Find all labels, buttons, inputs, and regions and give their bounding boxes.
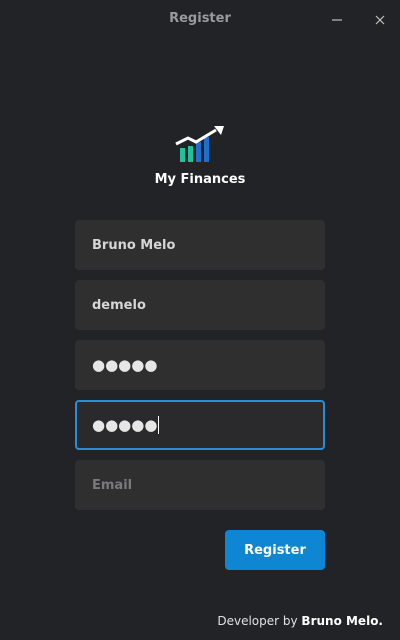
register-window: Register My Finances Bruno Melo demelo ●… [0,0,400,640]
username-field-value: demelo [92,297,146,313]
minimize-button[interactable] [325,8,349,32]
credit-prefix: Developer by [217,614,302,628]
email-field[interactable]: Email [75,460,325,510]
password-mask: ●●●●● [92,356,158,374]
confirm-password-mask: ●●●●● [92,416,158,434]
close-icon [375,15,385,25]
text-caret [158,416,160,434]
developer-credit: Developer by Bruno Melo. [217,614,383,628]
finance-chart-icon [175,126,224,162]
app-name: My Finances [154,172,246,187]
close-button[interactable] [368,8,392,32]
confirm-password-field[interactable]: ●●●●● [75,400,325,450]
name-field[interactable]: Bruno Melo [75,220,325,270]
title-bar[interactable]: Register [0,0,400,40]
email-placeholder: Email [92,477,133,493]
register-button[interactable]: Register [225,530,325,570]
name-field-value: Bruno Melo [92,237,176,253]
password-field[interactable]: ●●●●● [75,340,325,390]
credit-author: Bruno Melo. [301,614,383,628]
minimize-icon [332,19,342,21]
username-field[interactable]: demelo [75,280,325,330]
